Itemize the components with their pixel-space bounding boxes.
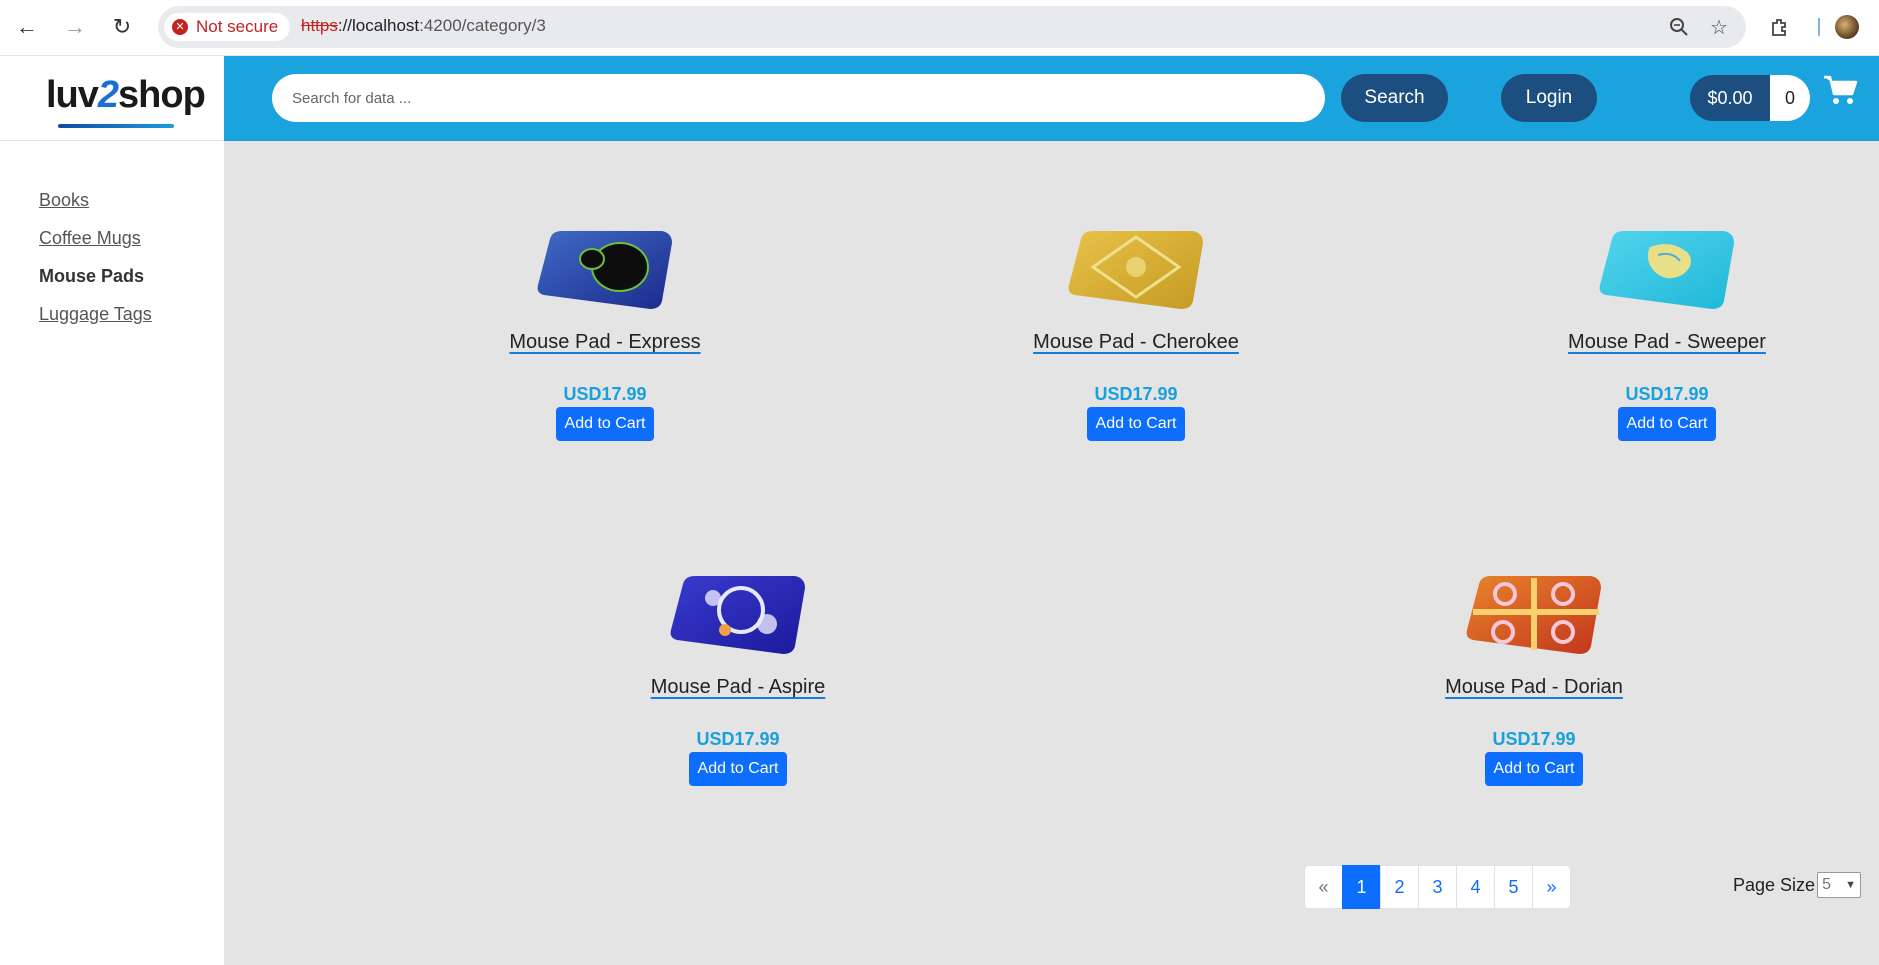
security-indicator[interactable]: ✕ Not secure bbox=[164, 13, 291, 41]
pagination-prev[interactable]: « bbox=[1304, 865, 1343, 909]
sidebar: luv2shop Books Coffee Mugs Mouse Pads Lu… bbox=[0, 56, 224, 965]
product-price: USD17.99 bbox=[1094, 384, 1178, 404]
add-to-cart-button[interactable]: Add to Cart bbox=[555, 407, 655, 441]
product-name-link[interactable]: Mouse Pad - Express bbox=[509, 331, 700, 354]
cart-total[interactable]: $0.00 bbox=[1690, 75, 1770, 121]
product-image-sweeper[interactable] bbox=[1592, 209, 1742, 319]
address-bar[interactable]: ✕ Not secure https://localhost:4200/cate… bbox=[158, 6, 1746, 48]
product-name-link[interactable]: Mouse Pad - Cherokee bbox=[1033, 331, 1239, 354]
luv2shop-logo[interactable]: luv2shop bbox=[46, 74, 206, 134]
pagination-page-4[interactable]: 4 bbox=[1456, 865, 1495, 909]
product-grid: Mouse Pad - Express USD17.99 Add to Cart… bbox=[224, 141, 1879, 965]
pagination-page-1[interactable]: 1 bbox=[1342, 865, 1381, 909]
page-size-select[interactable]: 5 ▼ bbox=[1817, 872, 1862, 898]
profile-avatar[interactable] bbox=[1835, 15, 1859, 39]
product-name-link[interactable]: Mouse Pad - Sweeper bbox=[1568, 331, 1766, 354]
product-card: Mouse Pad - Sweeper USD17.99 Add to Cart bbox=[1537, 209, 1797, 441]
category-link-mouse-pads[interactable]: Mouse Pads bbox=[39, 266, 144, 287]
product-card: Mouse Pad - Dorian USD17.99 Add to Cart bbox=[1404, 554, 1664, 786]
extensions-icon[interactable] bbox=[1765, 12, 1795, 42]
product-image-dorian[interactable] bbox=[1459, 554, 1609, 664]
category-link-luggage-tags[interactable]: Luggage Tags bbox=[39, 304, 152, 325]
forward-icon[interactable]: → bbox=[60, 12, 90, 42]
product-price: USD17.99 bbox=[696, 729, 780, 749]
add-to-cart-button[interactable]: Add to Cart bbox=[688, 752, 788, 786]
security-label: Not secure bbox=[196, 17, 279, 36]
product-card: Mouse Pad - Express USD17.99 Add to Cart bbox=[475, 209, 735, 441]
category-link-books[interactable]: Books bbox=[39, 190, 89, 211]
pagination-page-3[interactable]: 3 bbox=[1418, 865, 1457, 909]
product-card: Mouse Pad - Cherokee USD17.99 Add to Car… bbox=[1006, 209, 1266, 441]
logo-text-3: shop bbox=[118, 74, 206, 116]
product-image-cherokee[interactable] bbox=[1061, 209, 1211, 319]
product-image-aspire[interactable] bbox=[663, 554, 813, 664]
page-size-label: Page Size bbox=[1733, 874, 1816, 895]
back-icon[interactable]: ← bbox=[12, 12, 42, 42]
reload-icon[interactable]: ↻ bbox=[107, 12, 137, 42]
page-size-value: 5 bbox=[1822, 876, 1831, 893]
logo-swoosh bbox=[58, 124, 174, 128]
add-to-cart-button[interactable]: Add to Cart bbox=[1086, 407, 1186, 441]
cart-count[interactable]: 0 bbox=[1770, 75, 1810, 121]
add-to-cart-button[interactable]: Add to Cart bbox=[1617, 407, 1717, 441]
shopping-cart-icon[interactable] bbox=[1822, 72, 1858, 108]
page-size-control: Page Size 5 ▼ bbox=[1733, 872, 1862, 898]
sidebar-divider bbox=[0, 140, 224, 141]
product-price: USD17.99 bbox=[563, 384, 647, 404]
url-scheme: https bbox=[301, 16, 338, 35]
search-input[interactable] bbox=[272, 74, 1325, 122]
product-name-link[interactable]: Mouse Pad - Aspire bbox=[651, 676, 826, 699]
pagination-page-2[interactable]: 2 bbox=[1380, 865, 1419, 909]
product-price: USD17.99 bbox=[1625, 384, 1709, 404]
toolbar-divider bbox=[1818, 18, 1820, 36]
logo-text-1: luv bbox=[46, 74, 99, 116]
search-button[interactable]: Search bbox=[1341, 74, 1448, 122]
url-path: :4200/category/3 bbox=[419, 16, 546, 35]
product-name-link[interactable]: Mouse Pad - Dorian bbox=[1445, 676, 1623, 699]
browser-toolbar: ← → ↻ ✕ Not secure https://localhost:420… bbox=[0, 0, 1879, 56]
pagination-next[interactable]: » bbox=[1532, 865, 1571, 909]
logo-text-2: 2 bbox=[97, 74, 119, 116]
zoom-icon[interactable] bbox=[1666, 14, 1692, 40]
not-secure-icon: ✕ bbox=[172, 19, 188, 35]
url-text[interactable]: https://localhost:4200/category/3 bbox=[301, 16, 546, 36]
pagination-page-5[interactable]: 5 bbox=[1494, 865, 1533, 909]
product-price: USD17.99 bbox=[1492, 729, 1576, 749]
product-card: Mouse Pad - Aspire USD17.99 Add to Cart bbox=[608, 554, 868, 786]
header-bar: Search Login $0.00 0 bbox=[224, 56, 1879, 141]
add-to-cart-button[interactable]: Add to Cart bbox=[1484, 752, 1584, 786]
login-button[interactable]: Login bbox=[1501, 74, 1597, 122]
bookmark-star-icon[interactable]: ☆ bbox=[1706, 14, 1732, 40]
product-image-express[interactable] bbox=[530, 209, 680, 319]
category-link-coffee-mugs[interactable]: Coffee Mugs bbox=[39, 228, 141, 249]
chevron-down-icon: ▼ bbox=[1845, 879, 1857, 891]
pagination: « 1 2 3 4 5 » bbox=[1304, 865, 1571, 909]
url-host: ://localhost bbox=[337, 16, 420, 35]
